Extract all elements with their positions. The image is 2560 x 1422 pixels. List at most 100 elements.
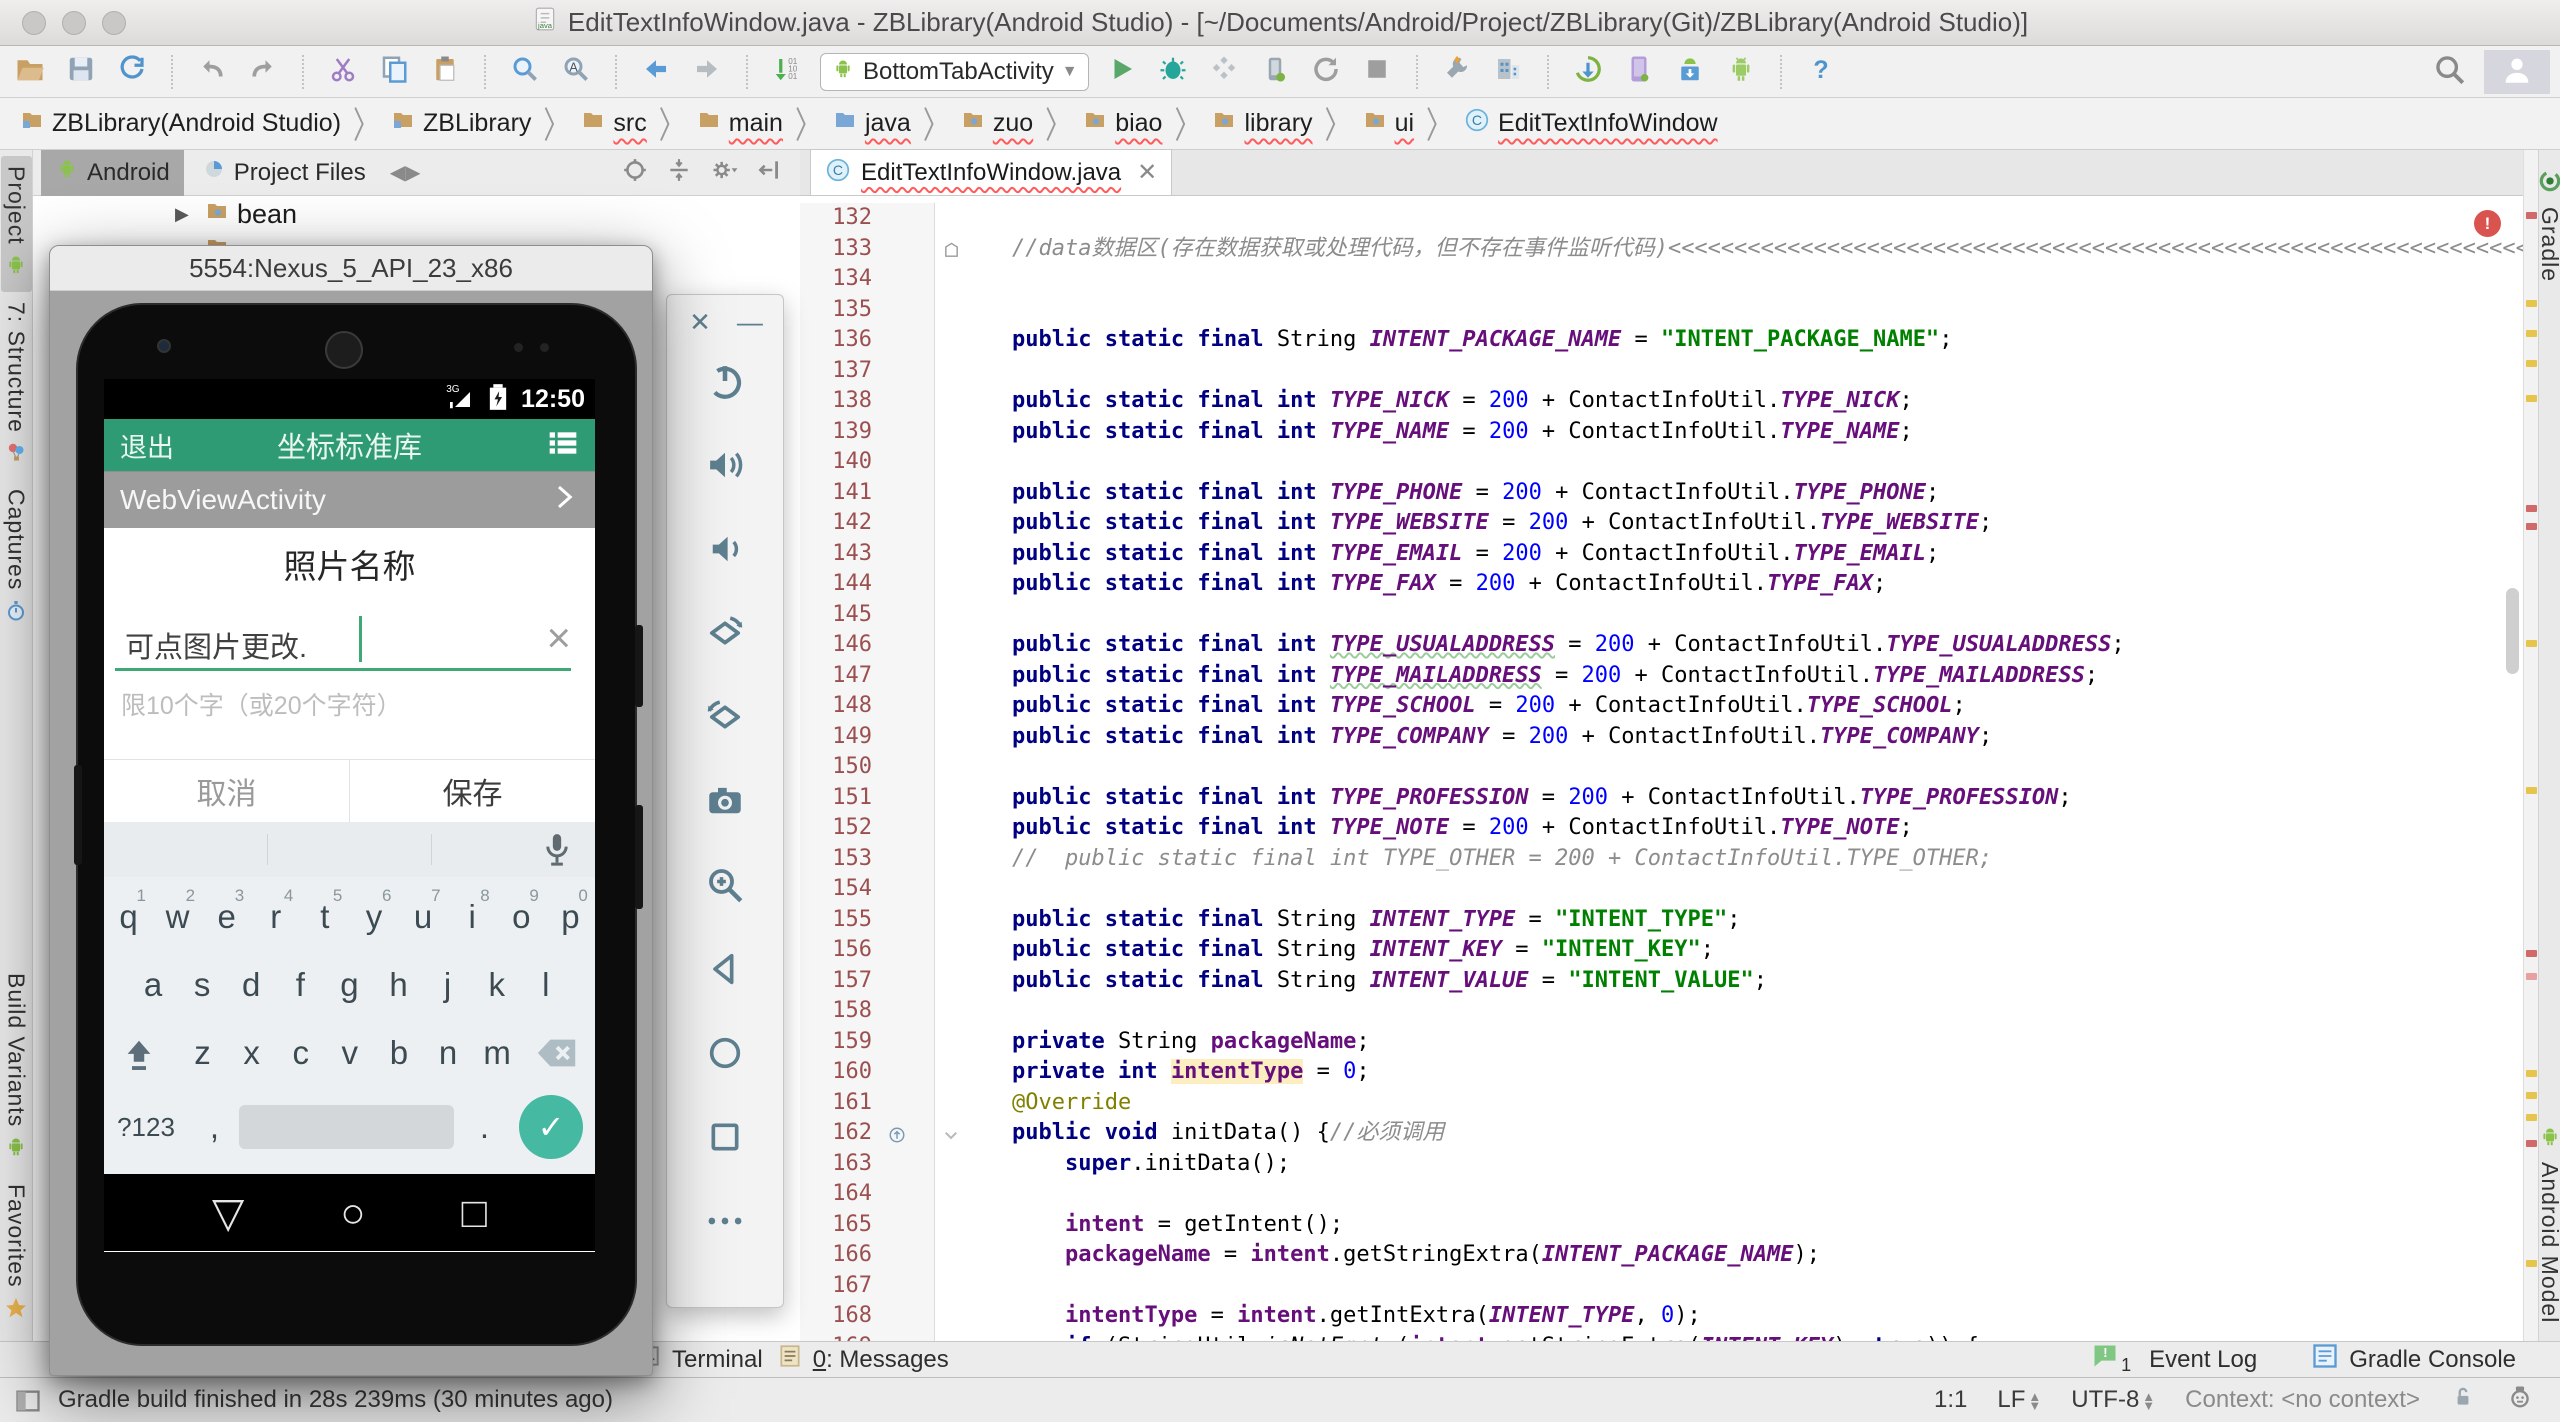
- debug-button[interactable]: [1155, 54, 1191, 90]
- user-avatar[interactable]: [2484, 50, 2550, 94]
- emulator-rotr-button[interactable]: [704, 675, 746, 759]
- editor-scrollbar[interactable]: [2506, 588, 2519, 674]
- toolwindow-button-messages[interactable]: 0: Messages: [777, 1343, 949, 1376]
- key-q[interactable]: q1: [104, 885, 153, 949]
- undo-button[interactable]: [194, 54, 230, 90]
- code-line[interactable]: 144 public static final int TYPE_FAX = 2…: [800, 569, 2523, 600]
- copy-button[interactable]: [376, 54, 412, 90]
- stripe-mark[interactable]: [2526, 973, 2537, 980]
- code-line[interactable]: 133 //data数据区(存在数据获取或处理代码，但不存在事件监听代码)<<<…: [800, 233, 2523, 264]
- key-x[interactable]: x: [227, 1021, 276, 1085]
- code-line[interactable]: 169 if (StringUtil.isNotEmpty(intent.get…: [800, 1331, 2523, 1341]
- tool-stripe-project[interactable]: Project: [0, 156, 32, 292]
- encoding-widget[interactable]: UTF-8 ▲ ▼: [2071, 1386, 2155, 1414]
- avd-button[interactable]: [1621, 54, 1657, 90]
- folded-region-icon[interactable]: [943, 238, 960, 269]
- emulator-eoverview-button[interactable]: [705, 1095, 745, 1179]
- key-s[interactable]: s: [178, 953, 227, 1017]
- stripe-mark[interactable]: [2526, 395, 2537, 402]
- android-nav-bar[interactable]: ▽ ○ □: [104, 1174, 595, 1251]
- stripe-mark[interactable]: [2526, 640, 2537, 647]
- key-n[interactable]: n: [424, 1021, 473, 1085]
- cut-button[interactable]: [325, 54, 361, 90]
- stripe-mark[interactable]: [2526, 300, 2537, 307]
- microphone-icon[interactable]: [537, 830, 577, 875]
- tool-stripe-gradle[interactable]: Gradle: [2534, 158, 2560, 292]
- code-line[interactable]: 156 public static final String INTENT_KE…: [800, 935, 2523, 966]
- stripe-mark[interactable]: [2526, 1070, 2537, 1077]
- breadcrumb-item-zblibrary[interactable]: ZBLibrary: [385, 108, 537, 139]
- emulator-window-title[interactable]: 5554:Nexus_5_API_23_x86: [50, 246, 652, 291]
- done-key[interactable]: ✓: [519, 1095, 583, 1159]
- code-line[interactable]: 137: [800, 355, 2523, 386]
- close-window-button[interactable]: [22, 11, 46, 35]
- emulator-volup-button[interactable]: [704, 423, 746, 507]
- emulator-toolbar-minimize-icon[interactable]: —: [737, 307, 763, 338]
- code-line[interactable]: 143 public static final int TYPE_EMAIL =…: [800, 538, 2523, 569]
- fold-arrow-icon[interactable]: [942, 1123, 960, 1154]
- code-line[interactable]: 147 public static final int TYPE_MAILADD…: [800, 660, 2523, 691]
- code-line[interactable]: 145: [800, 599, 2523, 630]
- comma-key[interactable]: ,: [190, 1095, 239, 1159]
- key-d[interactable]: d: [227, 953, 276, 1017]
- tool-stripe-build-variants[interactable]: Build Variants: [1, 963, 32, 1174]
- code-line[interactable]: 161 @Override: [800, 1087, 2523, 1118]
- zoom-window-button[interactable]: [102, 11, 126, 35]
- code-line[interactable]: 159 private String packageName;: [800, 1026, 2523, 1057]
- line-ending-widget[interactable]: LF ▲ ▼: [1997, 1386, 2041, 1414]
- key-k[interactable]: k: [472, 953, 521, 1017]
- paste-button[interactable]: [427, 54, 463, 90]
- stripe-mark[interactable]: [2526, 787, 2537, 794]
- toolwindow-button-event-log[interactable]: ! 1 Event Log: [2091, 1342, 2257, 1377]
- coverage-button[interactable]: [1206, 54, 1242, 90]
- code-line[interactable]: 142 public static final int TYPE_WEBSITE…: [800, 508, 2523, 539]
- sdk-button[interactable]: [1672, 54, 1708, 90]
- breadcrumb-item-library[interactable]: library: [1206, 108, 1318, 139]
- tree-row[interactable]: ▶ bean: [33, 196, 800, 232]
- code-line[interactable]: 139 public static final int TYPE_NAME = …: [800, 416, 2523, 447]
- stripe-mark[interactable]: [2526, 1092, 2537, 1099]
- search-everywhere-button[interactable]: [2432, 54, 2468, 90]
- project-view-tab-android[interactable]: Android: [41, 149, 184, 196]
- cancel-button[interactable]: 取消: [104, 760, 350, 822]
- key-t[interactable]: t5: [300, 885, 349, 949]
- code-line[interactable]: 168 intentType = intent.getIntExtra(INTE…: [800, 1301, 2523, 1332]
- keyboard-suggestion-bar[interactable]: [104, 822, 595, 877]
- key-j[interactable]: j: [423, 953, 472, 1017]
- backspace-key[interactable]: [529, 1021, 587, 1085]
- key-e[interactable]: e3: [202, 885, 251, 949]
- stripe-mark[interactable]: [2526, 505, 2537, 512]
- breadcrumb-item-main[interactable]: main: [691, 108, 789, 139]
- code-line[interactable]: 155 public static final String INTENT_TY…: [800, 904, 2523, 935]
- key-z[interactable]: z: [178, 1021, 227, 1085]
- toolwindow-toggle-icon[interactable]: [14, 1387, 42, 1422]
- breadcrumb-item-zuo[interactable]: zuo: [955, 108, 1039, 139]
- tool-stripe-7-structure[interactable]: 7: Structure: [1, 292, 32, 480]
- key-p[interactable]: p0: [546, 885, 595, 949]
- emulator-rotl-button[interactable]: [704, 591, 746, 675]
- code-line[interactable]: 132: [800, 203, 2523, 234]
- code-line[interactable]: 134: [800, 264, 2523, 295]
- project-view-tab-project-files[interactable]: Project Files: [188, 150, 380, 196]
- code-line[interactable]: 160 private int intentType = 0;: [800, 1057, 2523, 1088]
- minimize-window-button[interactable]: [62, 11, 86, 35]
- breadcrumb-item-edittextinfowindow[interactable]: C EditTextInfoWindow: [1458, 107, 1724, 140]
- stripe-mark[interactable]: [2526, 950, 2537, 957]
- sdkdl-button[interactable]: [1570, 54, 1606, 90]
- key-u[interactable]: u7: [399, 885, 448, 949]
- stop-button[interactable]: [1359, 54, 1395, 90]
- emulator-eback-button[interactable]: [705, 927, 745, 1011]
- key-c[interactable]: c: [276, 1021, 325, 1085]
- gear-icon[interactable]: [710, 156, 738, 189]
- shift-key[interactable]: [110, 1021, 168, 1085]
- run-configuration-select[interactable]: BottomTabActivity ▼: [820, 52, 1089, 91]
- monitor-button[interactable]: [1723, 54, 1759, 90]
- stripe-mark[interactable]: [2526, 330, 2537, 337]
- key-b[interactable]: b: [374, 1021, 423, 1085]
- code-line[interactable]: 136 public static final String INTENT_PA…: [800, 325, 2523, 356]
- code-line[interactable]: 149 public static final int TYPE_COMPANY…: [800, 721, 2523, 752]
- locate-icon[interactable]: [622, 157, 648, 188]
- menu-icon[interactable]: [547, 427, 579, 464]
- attach-button[interactable]: [1257, 54, 1293, 90]
- code-line[interactable]: 135: [800, 294, 2523, 325]
